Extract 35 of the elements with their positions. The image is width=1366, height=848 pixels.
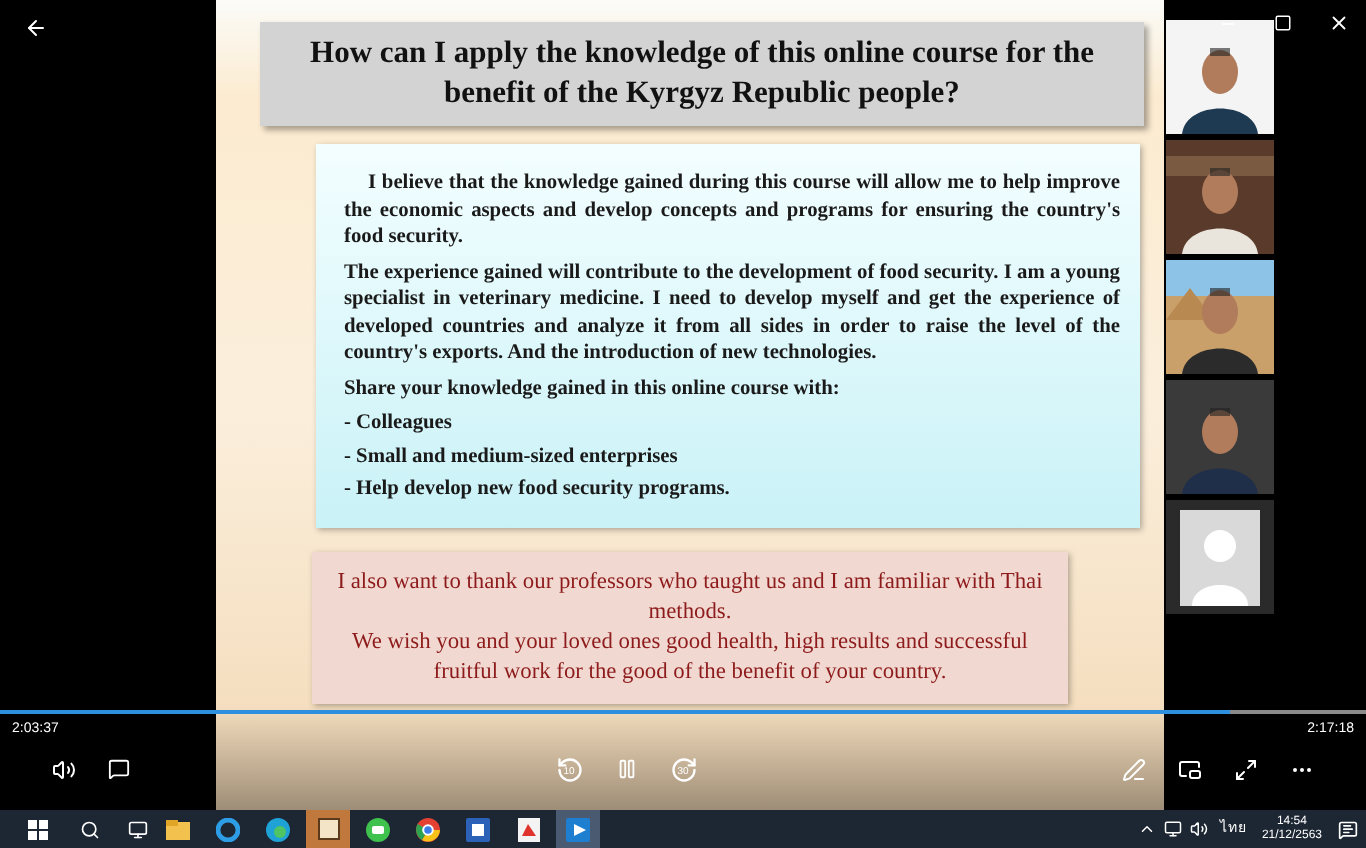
slide-paragraph: Share your knowledge gained in this online course with: [344,375,842,402]
slide-title: How can I apply the knowledge of this online course for the benefit of the Kyrgyz Republic people? [260,22,1144,126]
list-item: - Small and medium-sized enterprises [344,443,680,470]
thanks-text: We wish you and your loved ones good health, high results and successful fruitful work for the good of the benefit of your country. [350,627,1030,687]
list-item: - Help develop new food security programs. [344,476,732,503]
windows-icon[interactable] [28,819,48,839]
window-icon [317,818,339,840]
avatar-icon [1180,509,1260,605]
document-icon [517,817,539,841]
chat-icon [366,817,390,841]
taskbar-app[interactable] [556,810,600,848]
folder-icon [166,819,190,839]
maximize-icon[interactable] [1274,14,1292,32]
play-icon [566,817,590,841]
task-view-icon[interactable] [128,819,148,839]
document-icon [466,817,490,841]
fullscreen-icon[interactable] [1234,757,1258,781]
volume-icon[interactable] [52,757,76,781]
chevron-icon[interactable] [1137,820,1156,838]
browser-icon [416,817,440,841]
notification-icon[interactable] [1338,819,1358,839]
browser-icon [266,817,290,841]
slide-paragraph: I believe that the knowledge gained during this course will allow me to help improve the economic aspects and develop concepts and programs for ensuring the country's food security. [344,170,1120,251]
network-icon[interactable] [1163,820,1182,838]
captions-icon[interactable] [108,758,130,780]
volume-icon[interactable] [1189,820,1208,838]
slide-paragraph: The experience gained will contribute to the development of food security. I am a young specialist in veterinary medicine. I need to develop myself and get the experience of developed countries and analyze it from all sides in order to raise the level of the country's exports. And the introduction of new technologies. [344,259,1120,367]
search-icon[interactable] [80,819,100,839]
browser-icon [216,817,240,841]
taskbar-app[interactable] [306,810,350,848]
list-item: - Colleagues [344,410,454,437]
mini-view-icon[interactable] [1178,757,1202,781]
thanks-text: I also want to thank our professors who taught us and I am familiar with Thai methods. [335,567,1045,627]
back-icon[interactable] [24,16,48,40]
close-icon[interactable] [1328,12,1350,34]
